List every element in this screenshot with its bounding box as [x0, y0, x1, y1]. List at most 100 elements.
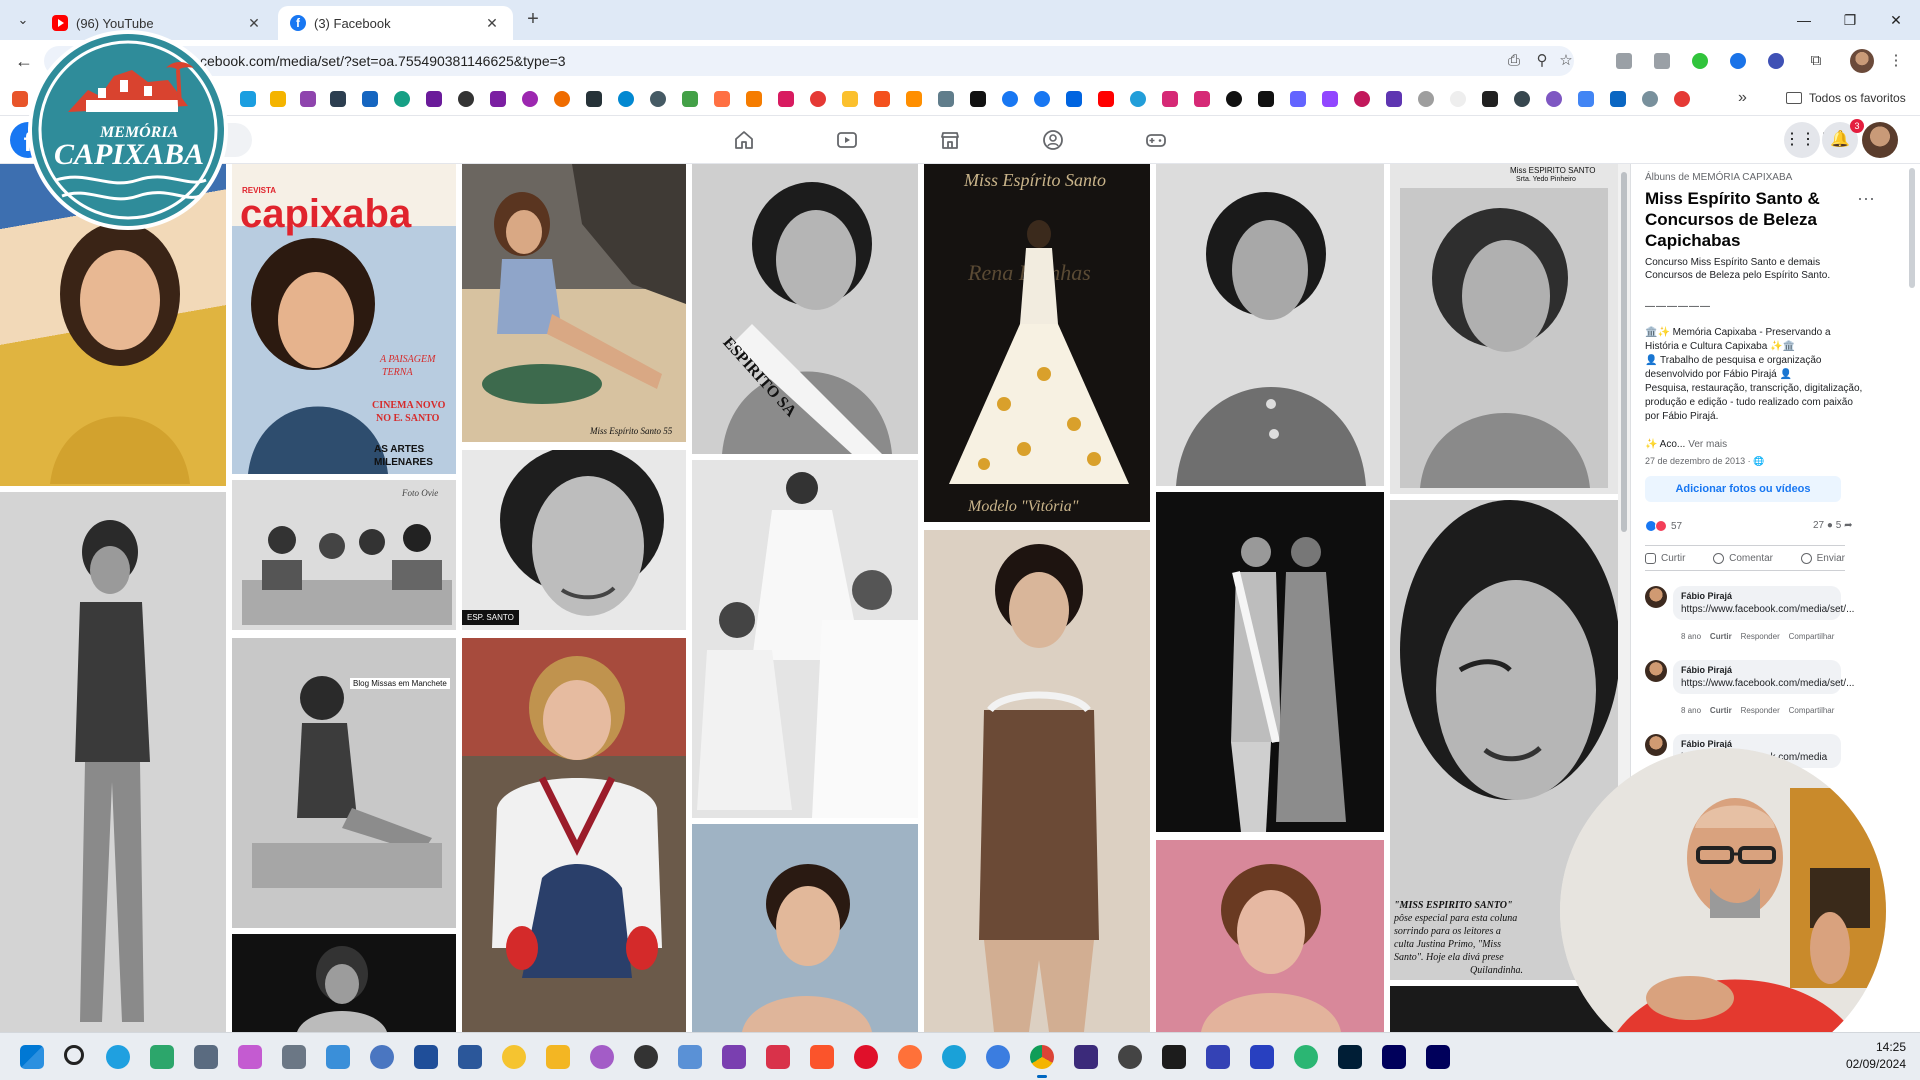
photo-color-sweater[interactable]	[462, 638, 686, 1032]
photo-clipping-portrait[interactable]: Miss ESPIRITO SANTO Srta. Yedo Pinheiro	[1390, 164, 1618, 494]
v-app-icon[interactable]	[1250, 1045, 1274, 1069]
close-icon[interactable]: ✕	[245, 15, 263, 32]
bookmark-icon[interactable]	[810, 91, 826, 107]
extensions-puzzle-icon[interactable]: ⧉	[1806, 51, 1826, 71]
comment-button[interactable]: Comentar	[1713, 552, 1773, 564]
meta-icon[interactable]	[1066, 91, 1082, 107]
scrollbar-thumb[interactable]	[1621, 172, 1627, 532]
gemini-icon[interactable]	[1578, 91, 1594, 107]
photo-portrait-cardigan[interactable]	[1156, 164, 1384, 486]
bookmark-icon[interactable]	[1354, 91, 1370, 107]
vivaldi-icon[interactable]	[766, 1045, 790, 1069]
stats-app-icon[interactable]	[1162, 1045, 1186, 1069]
audition-icon[interactable]	[1426, 1045, 1450, 1069]
brave-icon[interactable]	[810, 1045, 834, 1069]
chrome-icon[interactable]	[1030, 1045, 1054, 1069]
threads-icon[interactable]	[1226, 91, 1242, 107]
browser-app-icon[interactable]	[986, 1045, 1010, 1069]
bookmark-icon[interactable]	[1642, 91, 1658, 107]
comment-link[interactable]: https://www.facebook.com/media/set/...	[1681, 603, 1854, 616]
facebook-icon[interactable]	[1002, 91, 1018, 107]
like-button[interactable]: Curtir	[1645, 552, 1685, 564]
install-app-icon[interactable]: ⎙	[1504, 51, 1524, 71]
bookmark-icon[interactable]	[12, 91, 28, 107]
widgets-icon[interactable]	[150, 1045, 174, 1069]
reactions-summary[interactable]: 57	[1645, 520, 1682, 532]
notepad-icon[interactable]	[414, 1045, 438, 1069]
camera-icon[interactable]	[194, 1045, 218, 1069]
telegram-icon[interactable]	[1130, 91, 1146, 107]
x-icon[interactable]	[970, 91, 986, 107]
bookmark-icon[interactable]	[1418, 91, 1434, 107]
comment-age[interactable]: 8 ano	[1681, 706, 1701, 715]
restore-icon[interactable]: ❐	[1830, 8, 1870, 32]
photo-portrait-blue[interactable]	[692, 824, 918, 1032]
photo-coronation-group[interactable]	[692, 460, 918, 818]
bookmark-icon[interactable]	[906, 91, 922, 107]
recording-app-icon[interactable]	[1118, 1045, 1142, 1069]
control-panel-icon[interactable]	[370, 1045, 394, 1069]
bookmark-icon[interactable]	[650, 91, 666, 107]
tab-facebook[interactable]: f (3) Facebook ✕	[278, 6, 513, 40]
tiktok-icon[interactable]	[1258, 91, 1274, 107]
audio-app-icon[interactable]	[590, 1045, 614, 1069]
word-icon[interactable]	[458, 1045, 482, 1069]
bookmark-icon[interactable]	[586, 91, 602, 107]
marketplace-icon[interactable]	[938, 128, 962, 152]
album-date[interactable]: 27 de dezembro de 2013 · 🌐	[1645, 456, 1764, 467]
send-button[interactable]: Enviar	[1800, 552, 1845, 564]
firefox-icon[interactable]	[898, 1045, 922, 1069]
mastodon-icon[interactable]	[1290, 91, 1306, 107]
map-app-icon[interactable]	[1294, 1045, 1318, 1069]
start-windows-icon[interactable]	[20, 1045, 44, 1069]
coin-app-icon[interactable]	[502, 1045, 526, 1069]
bookmark-star-icon[interactable]: ☆	[1556, 51, 1576, 71]
see-more-link[interactable]: Ver mais	[1688, 439, 1727, 450]
minimize-icon[interactable]: —	[1784, 8, 1824, 32]
file-explorer-icon[interactable]	[546, 1045, 570, 1069]
comment-link[interactable]: https://www.facebook.com/media/set/...	[1681, 677, 1854, 690]
tab-search-menu-button[interactable]: ⌄	[10, 8, 36, 32]
instagram-icon[interactable]	[1162, 91, 1178, 107]
menu-grid-icon[interactable]: ⋮⋮⋮	[1784, 122, 1832, 158]
groups-icon[interactable]	[1041, 128, 1065, 152]
bookmark-icon[interactable]	[746, 91, 762, 107]
account-avatar[interactable]	[1862, 122, 1898, 158]
commenter-name[interactable]: Fábio Pirajá	[1681, 664, 1833, 677]
photo-beach-rocks[interactable]: Miss Espírito Santo 55	[462, 164, 686, 442]
bookmark-icon[interactable]	[1386, 91, 1402, 107]
system-clock[interactable]: 14:25 02/09/2024	[1836, 1039, 1906, 1073]
watch-icon[interactable]	[835, 128, 859, 152]
bookmark-icon[interactable]	[426, 91, 442, 107]
image-viewer-icon[interactable]	[678, 1045, 702, 1069]
extension-icon[interactable]	[1692, 53, 1708, 69]
commenter-avatar[interactable]	[1645, 734, 1667, 756]
photo-seated-swimsuit[interactable]: Blog Missas em Manchete	[232, 638, 456, 928]
bookmark-icon[interactable]	[682, 91, 698, 107]
obs-icon[interactable]	[634, 1045, 658, 1069]
commenter-avatar[interactable]	[1645, 586, 1667, 608]
bookmark-icon[interactable]	[362, 91, 378, 107]
comment-reply-button[interactable]: Responder	[1741, 706, 1780, 715]
commenter-avatar[interactable]	[1645, 660, 1667, 682]
extension-icon[interactable]	[1654, 53, 1670, 69]
scrollbar-thumb[interactable]	[1909, 168, 1915, 288]
comment-like-button[interactable]: Curtir	[1710, 632, 1732, 641]
bookmark-icon[interactable]	[1674, 91, 1690, 107]
bookmark-icon[interactable]	[1482, 91, 1498, 107]
commenter-name[interactable]: Fábio Pirajá	[1681, 590, 1833, 603]
opera-icon[interactable]	[854, 1045, 878, 1069]
extension-icon[interactable]	[1768, 53, 1784, 69]
photo-gown-illustration[interactable]: Miss Espírito Santo Rena Rainhas Modelo …	[924, 164, 1150, 522]
gaming-icon[interactable]	[1144, 128, 1168, 152]
panel-scrollbar[interactable]	[1908, 164, 1916, 1032]
edge-icon[interactable]	[942, 1045, 966, 1069]
twitch-icon[interactable]	[1322, 91, 1338, 107]
bookmark-icon[interactable]	[1450, 91, 1466, 107]
photo-swimsuit-black-white[interactable]	[0, 492, 226, 1032]
zoom-icon[interactable]: ⚲	[1532, 51, 1552, 71]
photo-portrait-smile[interactable]: ESP. SANTO	[462, 450, 686, 630]
extension-icon[interactable]	[1616, 53, 1632, 69]
shares-count[interactable]: 5	[1836, 520, 1842, 531]
comment-age[interactable]: 8 ano	[1681, 632, 1701, 641]
